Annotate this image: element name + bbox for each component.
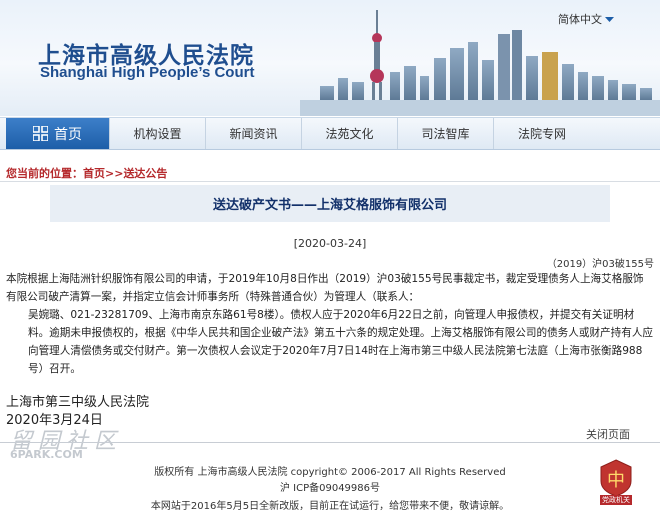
nav-item-intranet[interactable]: 法院专网 (494, 118, 590, 149)
document-number: （2019）沪03破155号 (546, 259, 654, 270)
nav-item-institutions[interactable]: 机构设置 (110, 118, 206, 149)
grid-icon (33, 126, 48, 141)
skyline-illustration (300, 10, 660, 116)
breadcrumb: 您当前的位置：首页>>送达公告 (6, 165, 167, 181)
breadcrumb-separator: >> (105, 167, 124, 180)
gov-agency-badge[interactable]: 中 党政机关 (598, 459, 634, 505)
breadcrumb-current[interactable]: 送达公告 (123, 167, 167, 180)
watermark-en: 6PARK.COM (10, 448, 83, 461)
article-paragraph-1: 本院根据上海陆洲针织服饰有限公司的申请，于2019年10月8日作出（2019）沪… (6, 273, 644, 303)
nav-home-label: 首页 (54, 126, 82, 143)
nav-item-home[interactable]: 首页 (6, 118, 110, 149)
article-body: 本院根据上海陆洲针织服饰有限公司的申请，于2019年10月8日作出（2019）沪… (6, 270, 654, 378)
svg-text:中: 中 (607, 470, 625, 491)
footer-icp[interactable]: 沪 ICP备09049986号 (0, 479, 660, 494)
main-nav: 首页 机构设置 新闻资讯 法苑文化 司法智库 法院专网 (0, 117, 660, 150)
nav-item-think-tank[interactable]: 司法智库 (398, 118, 494, 149)
divider (0, 442, 660, 443)
divider (0, 181, 660, 182)
article-paragraph-2: 吴婉璐、021-23281709、上海市南京东路61号8楼）。债权人应于2020… (28, 309, 654, 375)
signer-court: 上海市第三中级人民法院 (6, 395, 150, 410)
footer-notice: 本网站于2016年5月5日全新改版，目前正在试运行，给您带来不便，敬请谅解。 (150, 501, 510, 512)
article-date: [2020-03-24] (293, 237, 367, 250)
close-page-link[interactable]: 关闭页面 (586, 426, 630, 442)
badge-caption: 党政机关 (600, 495, 632, 505)
gov-emblem-icon: 中 (600, 459, 632, 497)
site-title-en: Shanghai High People’s Court (40, 64, 255, 81)
article-title: 送达破产文书——上海艾格服饰有限公司 (50, 185, 610, 222)
nav-item-news[interactable]: 新闻资讯 (206, 118, 302, 149)
nav-item-culture[interactable]: 法苑文化 (302, 118, 398, 149)
breadcrumb-home-link[interactable]: 首页 (83, 167, 105, 180)
header-banner: 上海市高级人民法院 Shanghai High People’s Court 简… (0, 0, 660, 116)
footer-copyright: 版权所有 上海市高级人民法院 copyright© 2006-2017 All … (154, 467, 506, 478)
breadcrumb-prefix: 您当前的位置： (6, 167, 83, 180)
